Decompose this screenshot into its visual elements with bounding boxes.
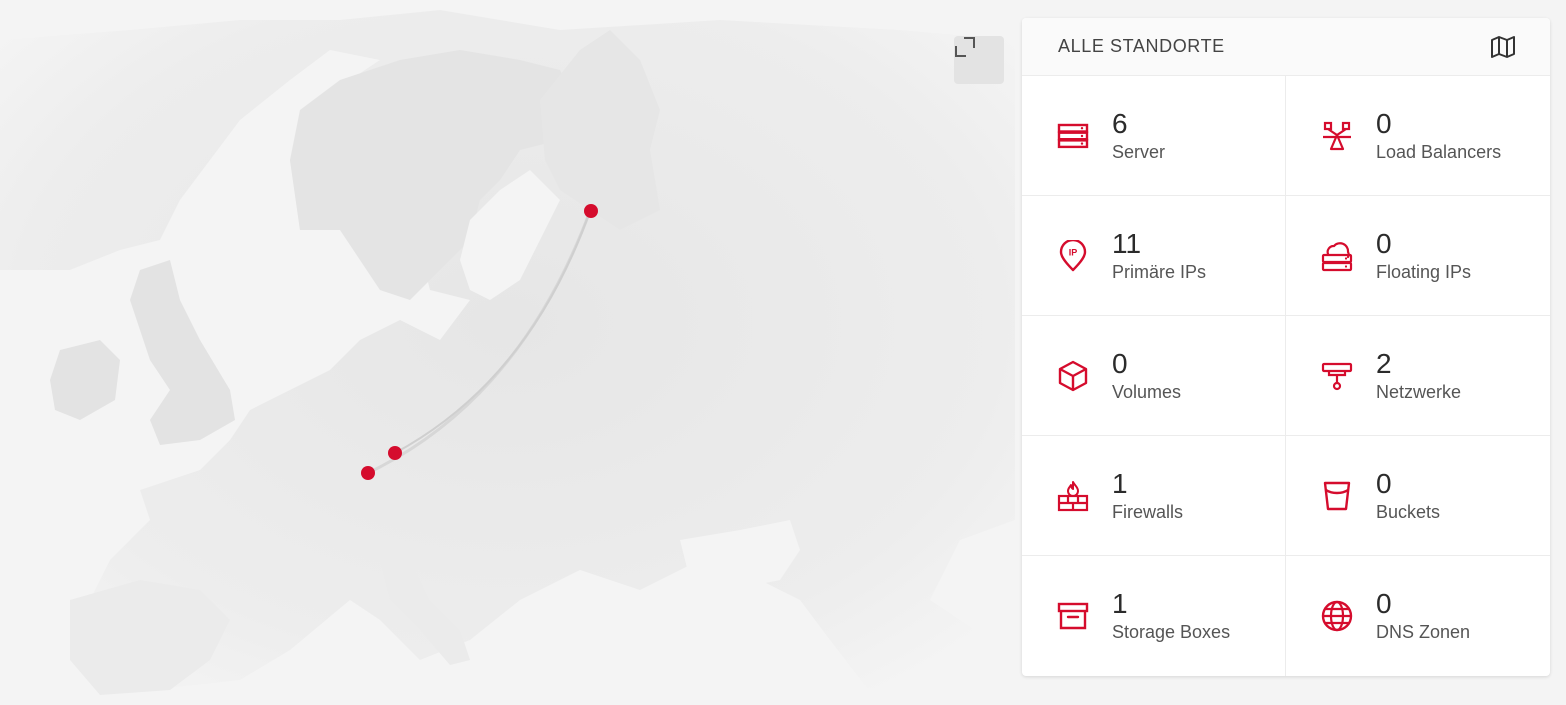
dns-zones-label: DNS Zonen (1376, 622, 1471, 642)
locations-map[interactable] (0, 0, 1015, 705)
firewalls-label: Firewalls (1112, 501, 1184, 522)
firewall-icon (1057, 480, 1089, 512)
map-icon[interactable] (1490, 35, 1516, 59)
tile-dns-zones[interactable]: 0 DNS Zonen (1286, 556, 1550, 676)
ip-pin-icon: IP (1057, 239, 1089, 272)
volume-cube-icon (1057, 360, 1089, 392)
falkenstein-marker[interactable] (361, 466, 375, 480)
europe-map-svg (0, 10, 1015, 705)
storage-box-icon (1057, 600, 1089, 632)
networks-label: Netzwerke (1376, 381, 1462, 402)
storage-boxes-label: Storage Boxes (1112, 622, 1231, 642)
server-label: Server (1112, 141, 1166, 162)
server-count: 6 (1112, 107, 1128, 139)
bucket-icon (1321, 480, 1353, 512)
load-balancers-label: Load Balancers (1376, 141, 1502, 162)
dashboard-root: ALLE STANDORTE 6 Server 0 Load Balancers… (0, 0, 1566, 705)
volumes-label: Volumes (1112, 381, 1182, 402)
tile-server[interactable]: 6 Server (1022, 76, 1286, 196)
volumes-count: 0 (1112, 347, 1128, 379)
globe-icon (1321, 600, 1353, 632)
tile-storage-boxes[interactable]: 1 Storage Boxes (1022, 556, 1286, 676)
tile-firewalls[interactable]: 1 Firewalls (1022, 436, 1286, 556)
tile-primary-ips[interactable]: IP 11 Primäre IPs (1022, 196, 1286, 316)
load-balancers-count: 0 (1376, 107, 1392, 139)
panel-title: ALLE STANDORTE (1058, 36, 1225, 56)
tile-floating-ips[interactable]: 0 Floating IPs (1286, 196, 1550, 316)
primary-ips-count: 11 (1112, 227, 1142, 259)
tile-volumes[interactable]: 0 Volumes (1022, 316, 1286, 436)
load-balancer-icon (1321, 120, 1353, 152)
svg-text:IP: IP (1069, 247, 1078, 257)
networks-count: 2 (1376, 347, 1392, 379)
tile-buckets[interactable]: 0 Buckets (1286, 436, 1550, 556)
fullscreen-button[interactable] (954, 36, 1004, 84)
floating-ip-icon (1321, 240, 1353, 272)
panel-header: ALLE STANDORTE (1022, 18, 1550, 76)
buckets-label: Buckets (1376, 501, 1441, 522)
storage-boxes-count: 1 (1112, 588, 1128, 619)
helsinki-marker[interactable] (584, 204, 598, 218)
tile-load-balancers[interactable]: 0 Load Balancers (1286, 76, 1550, 196)
network-icon (1321, 360, 1353, 392)
resource-grid: 6 Server 0 Load Balancers IP 11 Primäre … (1022, 76, 1550, 676)
dns-zones-count: 0 (1376, 588, 1392, 619)
ireland-landmass (50, 340, 120, 420)
server-icon (1057, 120, 1089, 152)
nuremberg-marker[interactable] (388, 446, 402, 460)
floating-ips-label: Floating IPs (1376, 261, 1472, 282)
firewalls-count: 1 (1112, 467, 1128, 499)
great-britain-landmass (130, 260, 235, 445)
locations-summary-panel: ALLE STANDORTE 6 Server 0 Load Balancers… (1022, 18, 1550, 676)
primary-ips-label: Primäre IPs (1112, 261, 1207, 282)
buckets-count: 0 (1376, 467, 1392, 499)
floating-ips-count: 0 (1376, 227, 1392, 259)
tile-networks[interactable]: 2 Netzwerke (1286, 316, 1550, 436)
